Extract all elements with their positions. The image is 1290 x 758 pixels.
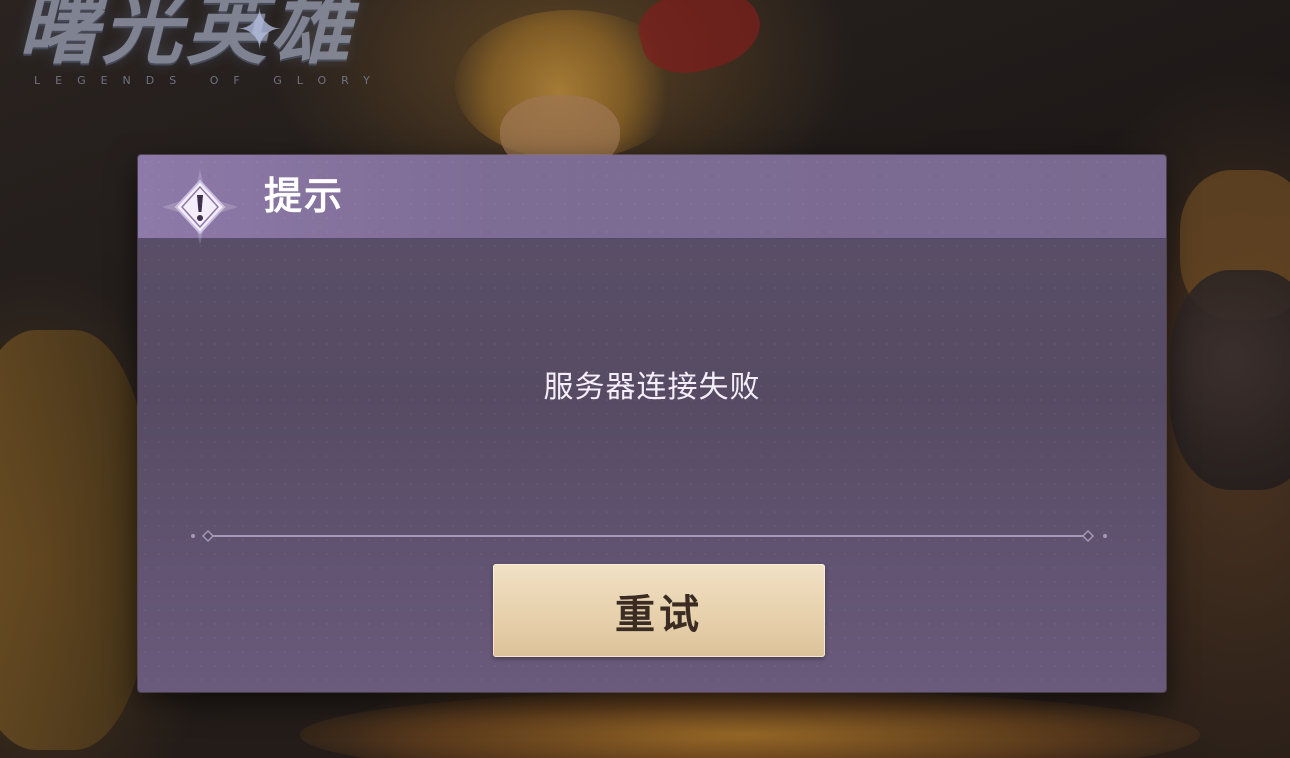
fire-glow-artwork: [300, 690, 1200, 758]
hero-gauntlet-artwork: [1170, 270, 1290, 490]
warning-diamond-icon: [162, 169, 238, 245]
ornamental-divider: [191, 529, 1107, 543]
hero-wing-artwork: [0, 330, 150, 750]
retry-button[interactable]: 重试: [493, 564, 825, 657]
logo-subtitle: LEGENDS OF GLORY: [34, 74, 385, 87]
dialog-header: 提示: [138, 155, 1166, 245]
retry-button-label: 重试: [615, 591, 703, 638]
alert-dialog: 提示 服务器连接失败 重试: [138, 155, 1166, 692]
logo-star-icon: ✦: [236, 0, 283, 63]
game-logo: 曙光英雄 ✦ LEGENDS OF GLORY: [18, 0, 385, 87]
dialog-message: 服务器连接失败: [543, 370, 761, 405]
logo-title: 曙光英雄: [18, 0, 354, 75]
dialog-title: 提示: [264, 174, 345, 218]
